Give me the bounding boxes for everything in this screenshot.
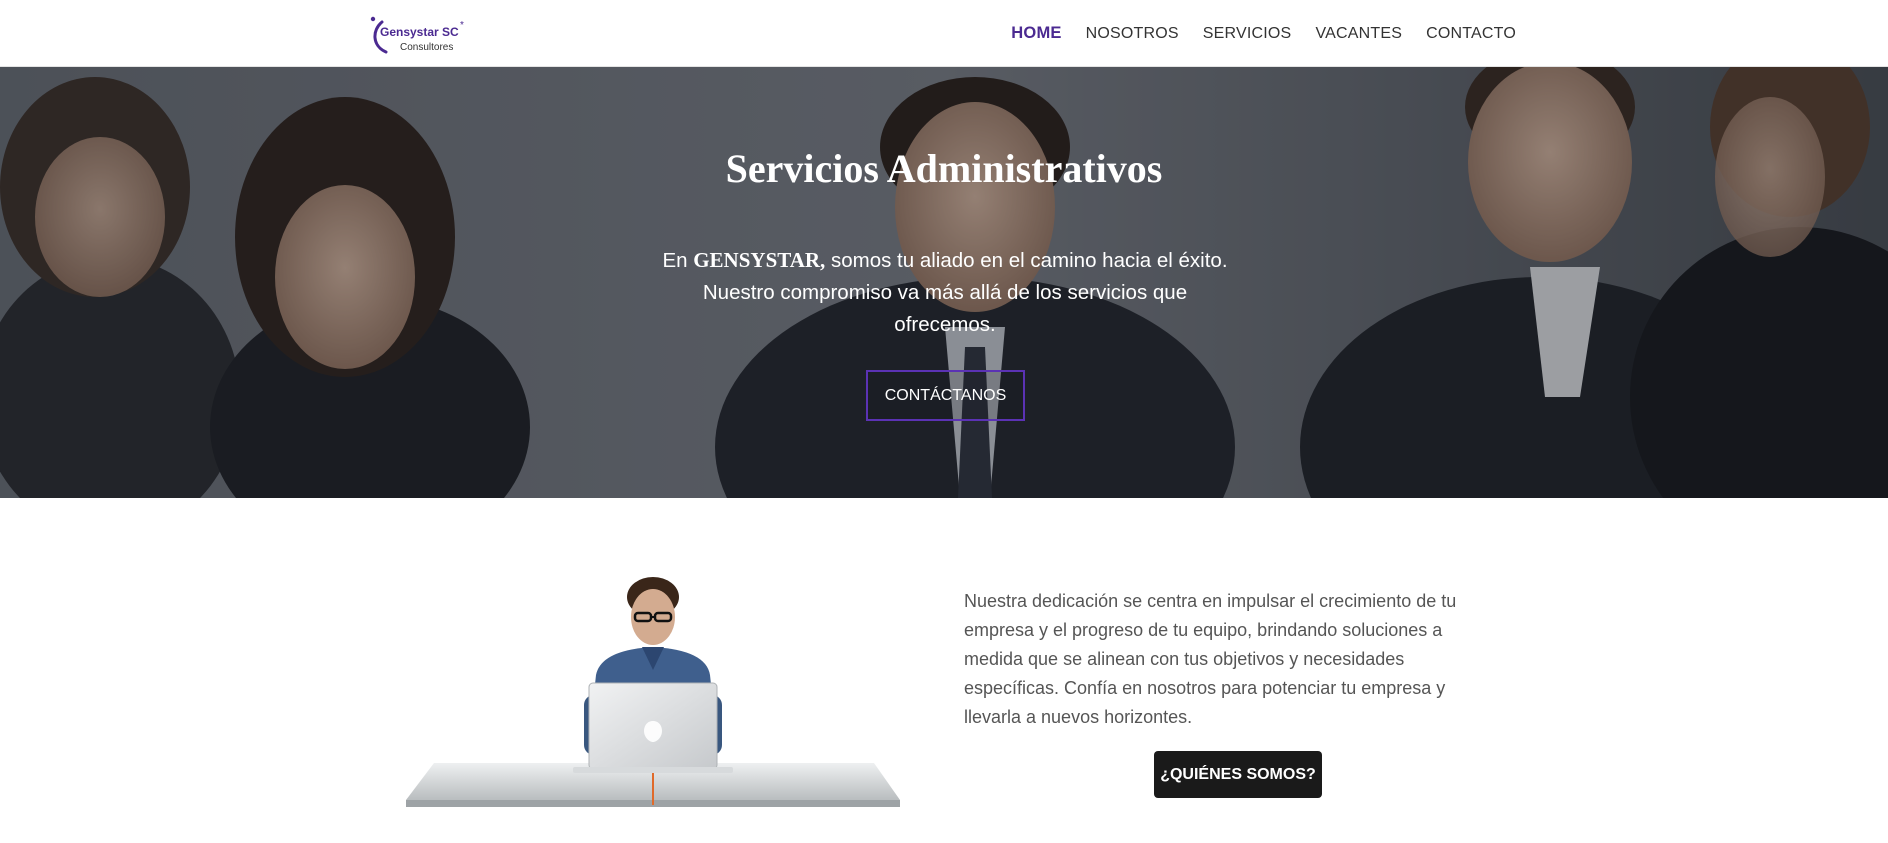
nav-servicios[interactable]: SERVICIOS [1203,25,1292,43]
contact-button[interactable]: CONTÁCTANOS [866,370,1025,421]
hero-title: Servicios Administrativos [725,146,1163,191]
about-description: Nuestra dedicación se centra en impulsar… [964,591,1457,727]
hero-text-prefix: En [662,249,694,272]
logo-subtitle: Consultores [400,42,453,53]
nav-nosotros[interactable]: NOSOTROS [1086,25,1179,43]
logo-name: Gensystar SC [380,25,459,39]
site-header: Gensystar SC * Consultores HOME NOSOTROS… [0,0,1888,67]
hero-section: Servicios Administrativos En GENSYSTAR, … [0,67,1888,498]
nav-vacantes[interactable]: VACANTES [1315,25,1402,43]
gensystar-logo[interactable]: Gensystar SC * Consultores [370,14,466,56]
nav-home[interactable]: HOME [1011,24,1061,43]
nav-contacto[interactable]: CONTACTO [1426,25,1516,43]
about-us-button[interactable]: ¿QUIÉNES SOMOS? [1154,751,1322,798]
main-nav: HOME NOSOTROS SERVICIOS VACANTES CONTACT… [987,0,1516,67]
hero-brand-name: GENSYSTAR, [693,248,826,272]
hero-description: En GENSYSTAR, somos tu aliado en el cami… [660,244,1230,341]
svg-text:*: * [460,20,464,31]
man-with-laptop-image [406,577,900,807]
